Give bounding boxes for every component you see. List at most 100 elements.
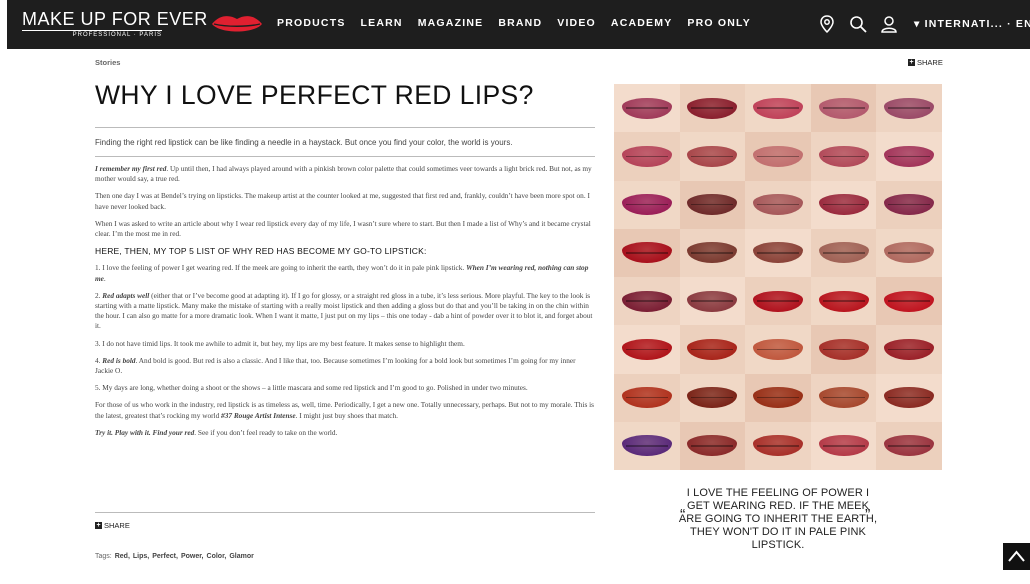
lips-swatch-shape (621, 435, 672, 457)
tag-glamor[interactable]: Glamor (229, 553, 254, 560)
lipstick-swatch (745, 373, 811, 422)
lipstick-swatch (614, 84, 680, 133)
lipstick-swatch (876, 277, 942, 326)
lipstick-swatch (810, 421, 877, 470)
lips-swatch-shape (818, 435, 869, 457)
tags-label: Tags: (95, 553, 112, 560)
lipstick-swatch (745, 228, 811, 277)
lips-swatch-shape (884, 290, 935, 312)
lipstick-swatch (614, 132, 680, 181)
close-quote-mark: ” (865, 507, 871, 524)
chevron-up-icon (1008, 550, 1025, 562)
list-item-5: 5. My days are long, whether doing a sho… (95, 383, 528, 393)
lips-swatch-shape (687, 97, 738, 119)
nav-video[interactable]: VIDEO (557, 17, 596, 29)
top-navigation-bar: MAKE UP FOR EVER PROFESSIONAL · PARIS PR… (7, 0, 1030, 49)
lipstick-swatch (876, 421, 942, 470)
lips-swatch-shape (621, 242, 672, 264)
lipstick-swatch (745, 180, 811, 229)
nav-magazine[interactable]: MAGAZINE (418, 17, 484, 29)
tag-perfect[interactable]: Perfect, (152, 553, 178, 560)
list-item-1: 1. I love the feeling of power I get wea… (95, 263, 589, 283)
plus-icon: + (95, 522, 102, 529)
nav-academy[interactable]: ACADEMY (611, 17, 673, 29)
nav-learn[interactable]: LEARN (361, 17, 403, 29)
tag-color[interactable]: Color, (207, 553, 227, 560)
lipstick-swatch (745, 277, 811, 326)
lipstick-swatch (745, 84, 811, 133)
lips-swatch-shape (753, 242, 803, 264)
lips-swatch-shape (884, 387, 935, 409)
search-icon[interactable] (848, 14, 868, 34)
lipstick-swatch (876, 228, 942, 277)
share-button-bottom[interactable]: + SHARE (95, 521, 130, 530)
tag-red[interactable]: Red, (115, 553, 130, 560)
share-button-top[interactable]: + SHARE (908, 58, 943, 67)
lipstick-swatch (810, 84, 877, 133)
final-paragraph: Try it. Play with it. Find your red. See… (95, 427, 338, 437)
lips-swatch-shape (753, 97, 803, 119)
lips-swatch-shape (621, 338, 672, 360)
lipstick-swatch (614, 277, 680, 326)
lipstick-swatch (810, 373, 877, 422)
lips-swatch-shape (884, 194, 935, 216)
lipstick-swatch (679, 180, 746, 229)
lipstick-swatch (876, 373, 942, 422)
location-pin-icon[interactable] (817, 14, 837, 34)
intro-divider (95, 156, 595, 157)
nav-brand[interactable]: BRAND (498, 17, 542, 29)
lips-swatch-shape (753, 145, 803, 167)
lipstick-swatch (679, 421, 746, 470)
brand-logo[interactable]: MAKE UP FOR EVER PROFESSIONAL · PARIS (22, 10, 208, 38)
lipstick-swatch (679, 277, 746, 326)
lipstick-swatch (876, 180, 942, 229)
lipstick-swatch (745, 325, 811, 374)
lips-swatch-shape (818, 242, 869, 264)
share-divider (95, 512, 595, 513)
logo-wordmark: MAKE UP FOR EVER (22, 9, 208, 29)
lipstick-swatch (745, 421, 811, 470)
nav-products[interactable]: PRODUCTS (277, 17, 346, 29)
lipstick-swatch (614, 421, 680, 470)
tag-power[interactable]: Power, (181, 553, 204, 560)
lips-swatch-shape (753, 290, 803, 312)
nav-pro-only[interactable]: PRO ONLY (687, 17, 750, 29)
lips-swatch-shape (621, 97, 672, 119)
lips-swatch-shape (818, 97, 869, 119)
lipstick-swatch (679, 325, 746, 374)
list-item-3: 3. I do not have timid lips. It took me … (95, 338, 465, 348)
lips-swatch-shape (621, 290, 672, 312)
lipstick-swatch (810, 180, 877, 229)
breadcrumb[interactable]: Stories (95, 58, 120, 67)
lips-swatch-shape (818, 387, 869, 409)
international-language-selector[interactable]: ▾ INTERNATI... · EN (914, 18, 1030, 30)
lipstick-swatch (745, 132, 811, 181)
lips-swatch-shape (621, 194, 672, 216)
tag-lips[interactable]: Lips, (133, 553, 149, 560)
product-link[interactable]: #37 Rouge Artist Intense (221, 411, 296, 420)
lipstick-swatch-grid (614, 84, 942, 470)
list-item-2: 2. Red adapts well (either that or I’ve … (95, 290, 593, 331)
lipstick-swatch (876, 325, 942, 374)
article-intro: Finding the right red lipstick can be li… (95, 138, 513, 147)
lipstick-swatch (679, 228, 746, 277)
lips-swatch-shape (621, 145, 672, 167)
lipstick-swatch (810, 228, 877, 277)
lips-swatch-shape (687, 290, 738, 312)
lips-swatch-shape (818, 194, 869, 216)
lipstick-swatch (614, 325, 680, 374)
closing-paragraph: For those of us who work in the industry… (95, 400, 594, 420)
list-item-4: 4. Red is bold. And bold is good. But re… (95, 355, 576, 376)
lipstick-swatch (614, 180, 680, 229)
user-icon[interactable] (879, 14, 899, 34)
lips-swatch-shape (621, 387, 672, 409)
lips-swatch-shape (884, 435, 935, 457)
back-to-top-button[interactable] (1003, 543, 1030, 570)
paragraph-1: I remember my first red. Up until then, … (95, 164, 592, 184)
article-body: I remember my first red. Up until then, … (95, 164, 595, 445)
lips-swatch-shape (753, 194, 803, 216)
title-divider (95, 127, 595, 128)
lipstick-swatch (614, 228, 680, 277)
lips-swatch-shape (753, 338, 803, 360)
lips-swatch-shape (753, 435, 803, 457)
